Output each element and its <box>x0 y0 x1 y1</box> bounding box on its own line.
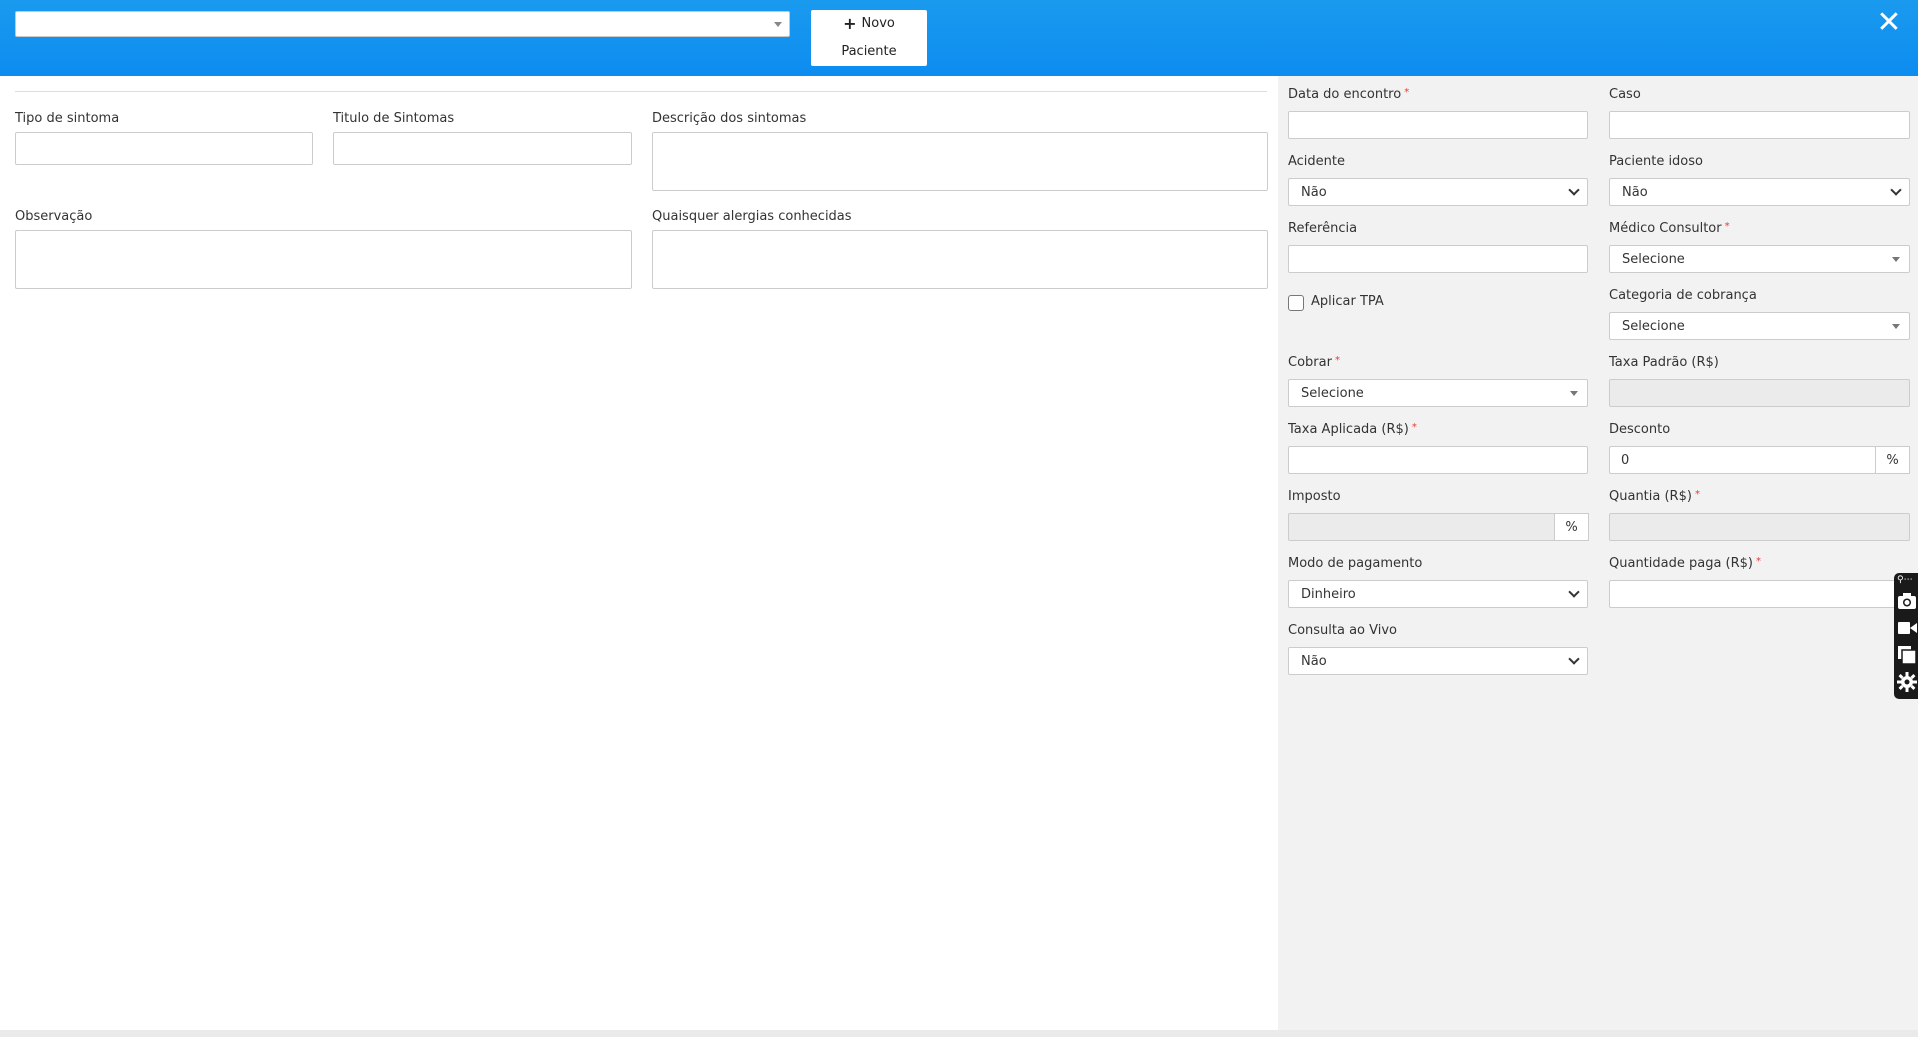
descricao-sintomas-textarea[interactable] <box>652 132 1268 191</box>
quantidade-paga-label: Quantidade paga (R$) * <box>1609 556 1762 571</box>
chevron-down-icon <box>1890 184 1902 196</box>
patient-select[interactable] <box>15 11 790 37</box>
desconto-label: Desconto <box>1609 422 1671 437</box>
floating-toolbar: ⚲⋯ <box>1894 573 1918 699</box>
chevron-down-icon <box>1568 653 1580 665</box>
alergias-textarea[interactable] <box>652 230 1268 289</box>
quantia-input <box>1609 513 1910 541</box>
observacao-textarea[interactable] <box>15 230 632 289</box>
desconto-percent-addon: % <box>1875 446 1910 474</box>
chevron-down-icon <box>1568 184 1580 196</box>
referencia-input[interactable] <box>1288 245 1588 273</box>
dropdown-caret-icon <box>1892 257 1900 262</box>
taxa-aplicada-input[interactable] <box>1288 446 1588 474</box>
imposto-input <box>1288 513 1555 541</box>
categoria-cobranca-select[interactable]: Selecione <box>1609 312 1910 340</box>
modo-pagamento-value: Dinheiro <box>1301 586 1356 602</box>
new-patient-button[interactable]: + Novo Paciente <box>811 10 927 66</box>
titulo-sintomas-input[interactable] <box>333 132 632 165</box>
modo-pagamento-select[interactable]: Dinheiro <box>1288 580 1588 608</box>
required-mark: * <box>1756 556 1762 567</box>
imposto-label: Imposto <box>1288 489 1341 504</box>
data-encontro-input[interactable] <box>1288 111 1588 139</box>
data-encontro-label: Data do encontro * <box>1288 87 1410 102</box>
titulo-sintomas-label: Titulo de Sintomas <box>333 111 455 126</box>
plus-icon: + <box>843 14 857 33</box>
imposto-percent-addon: % <box>1554 513 1589 541</box>
cobrar-label: Cobrar * <box>1288 355 1340 370</box>
cobrar-value: Selecione <box>1301 385 1364 401</box>
consulta-vivo-select[interactable]: Não <box>1288 647 1588 675</box>
referencia-label: Referência <box>1288 221 1358 236</box>
medico-consultor-value: Selecione <box>1622 251 1685 267</box>
toolbar-top-label: ⚲⋯ <box>1897 575 1913 585</box>
modo-pagamento-label: Modo de pagamento <box>1288 556 1423 571</box>
caso-label: Caso <box>1609 87 1641 102</box>
dropdown-caret-icon <box>1892 324 1900 329</box>
observacao-label: Observação <box>15 209 93 224</box>
medico-consultor-label: Médico Consultor * <box>1609 221 1730 236</box>
desconto-input[interactable]: 0 <box>1609 446 1876 474</box>
consulta-vivo-label: Consulta ao Vivo <box>1288 623 1398 638</box>
tipo-sintoma-label: Tipo de sintoma <box>15 111 120 126</box>
alergias-label: Quaisquer alergias conhecidas <box>652 209 852 224</box>
descricao-sintomas-label: Descrição dos sintomas <box>652 111 807 126</box>
categoria-cobranca-label: Categoria de cobrança <box>1609 288 1757 303</box>
camera-icon[interactable] <box>1897 591 1917 611</box>
video-icon[interactable] <box>1897 618 1917 638</box>
symptoms-section: Tipo de sintoma Titulo de Sintomas Descr… <box>0 76 1278 1030</box>
cobrar-select[interactable]: Selecione <box>1288 379 1588 407</box>
required-mark: * <box>1334 355 1340 366</box>
taxa-padrao-label: Taxa Padrão (R$) <box>1609 355 1719 370</box>
close-icon[interactable]: ✕ <box>1874 8 1904 38</box>
copy-icon[interactable] <box>1897 645 1917 665</box>
required-mark: * <box>1411 422 1417 433</box>
quantidade-paga-input[interactable] <box>1609 580 1910 608</box>
taxa-aplicada-label: Taxa Aplicada (R$) * <box>1288 422 1417 437</box>
aplicar-tpa-label: Aplicar TPA <box>1311 294 1384 309</box>
caso-input[interactable] <box>1609 111 1910 139</box>
dropdown-caret-icon <box>774 22 782 27</box>
new-patient-label-1: Novo <box>861 16 895 31</box>
dropdown-caret-icon <box>1570 391 1578 396</box>
gear-icon[interactable] <box>1897 672 1917 692</box>
tipo-sintoma-input[interactable] <box>15 132 313 165</box>
divider <box>15 91 1267 92</box>
acidente-label: Acidente <box>1288 154 1346 169</box>
billing-panel: Data do encontro * Caso Acidente Não Paci… <box>1278 76 1918 1030</box>
acidente-value: Não <box>1301 184 1327 200</box>
acidente-select[interactable]: Não <box>1288 178 1588 206</box>
new-patient-label-2: Paciente <box>841 44 897 59</box>
bottom-bar <box>0 1030 1918 1037</box>
quantia-label: Quantia (R$) * <box>1609 489 1700 504</box>
aplicar-tpa-checkbox[interactable] <box>1288 295 1304 311</box>
consulta-vivo-value: Não <box>1301 653 1327 669</box>
chevron-down-icon <box>1568 586 1580 598</box>
desconto-value: 0 <box>1621 452 1630 468</box>
paciente-idoso-select[interactable]: Não <box>1609 178 1910 206</box>
required-mark: * <box>1724 221 1730 232</box>
required-mark: * <box>1404 87 1410 98</box>
top-header: + Novo Paciente ✕ <box>0 0 1918 76</box>
medico-consultor-select[interactable]: Selecione <box>1609 245 1910 273</box>
paciente-idoso-value: Não <box>1622 184 1648 200</box>
taxa-padrao-input <box>1609 379 1910 407</box>
categoria-cobranca-value: Selecione <box>1622 318 1685 334</box>
required-mark: * <box>1694 489 1700 500</box>
paciente-idoso-label: Paciente idoso <box>1609 154 1703 169</box>
